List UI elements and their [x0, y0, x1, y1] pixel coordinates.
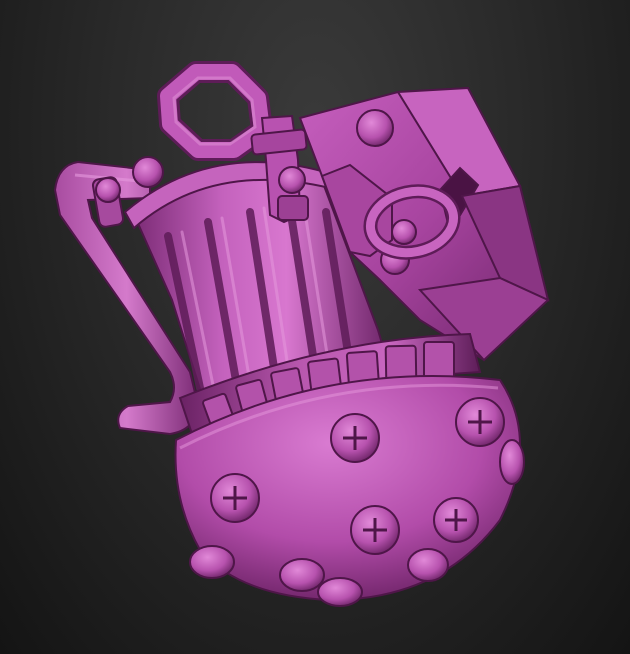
bolt-4	[350, 505, 400, 555]
bolt-1	[330, 413, 380, 463]
bolt-5	[433, 497, 479, 543]
viewport-3d[interactable]	[0, 0, 630, 654]
bolt-10	[499, 439, 525, 485]
bolt-9	[407, 548, 449, 582]
octagonal-ring-loop	[157, 61, 273, 161]
grenade-model	[53, 61, 550, 607]
bolt-7	[279, 558, 325, 592]
bolt-8	[317, 577, 363, 607]
bolt-6	[189, 545, 235, 579]
bolt-3	[210, 473, 260, 523]
bolt-2	[455, 397, 505, 447]
